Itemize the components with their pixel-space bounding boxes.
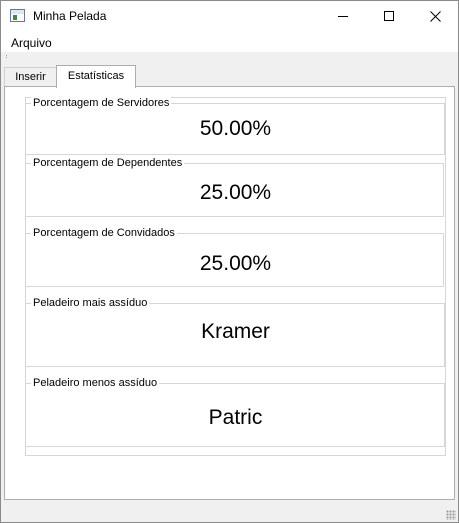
tab-estatisticas[interactable]: Estatísticas [56,65,136,88]
window-title: Minha Pelada [33,9,107,23]
resize-grip-icon[interactable] [446,510,456,520]
app-window-icon [10,9,25,22]
close-icon [430,11,441,22]
label-mais-assiduo: Peladeiro mais assíduo [31,297,150,309]
value-convidados: 25.00% [199,252,272,275]
menu-item-arquivo[interactable]: Arquivo [11,36,52,50]
value-mais-assiduo: Kramer [201,320,270,343]
minimize-button[interactable] [320,1,366,32]
toolbar-grip[interactable] [6,55,9,58]
toolbar-area [1,52,458,61]
label-convidados: Porcentagem de Convidados [31,227,177,239]
label-servidores: Porcentagem de Servidores [31,97,172,109]
label-dependentes: Porcentagem de Dependentes [31,157,185,169]
menu-bar: Arquivo [1,32,458,52]
app-window: Minha Pelada Arquivo Inserir Estatística… [0,0,459,523]
tab-inserir[interactable]: Inserir [4,67,57,87]
value-dependentes: 25.00% [199,181,272,204]
close-button[interactable] [412,1,458,32]
label-menos-assiduo: Peladeiro menos assíduo [31,377,160,389]
value-servidores: 50.00% [199,117,272,140]
maximize-button[interactable] [366,1,412,32]
value-menos-assiduo: Patric [208,406,263,429]
title-bar[interactable]: Minha Pelada [1,1,458,32]
